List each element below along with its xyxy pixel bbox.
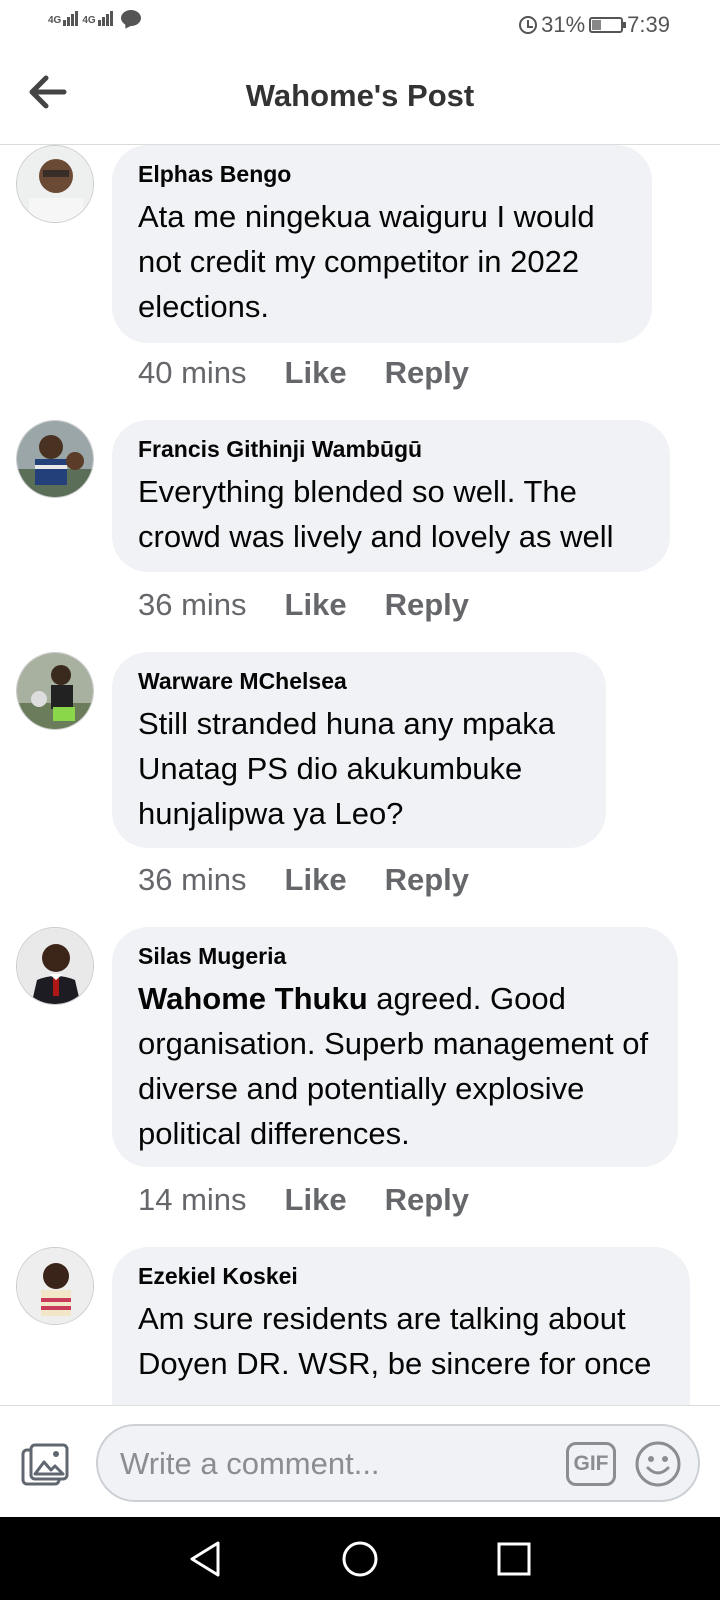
circle-home-icon[interactable] [340,1539,380,1579]
reply-button[interactable]: Reply [385,1182,469,1218]
comment-text: Everything blended so well. The crowd wa… [138,474,614,554]
comment-time: 36 mins [138,587,247,622]
comment-text: Still stranded huna any mpaka Unatag PS … [138,706,556,831]
avatar[interactable] [16,420,94,498]
comment-bubble[interactable]: Francis Githinji Wambūgū Everything blen… [112,420,670,572]
comment-time: 36 mins [138,862,247,897]
comment-actions: 40 mins Like Reply [138,355,469,391]
like-button[interactable]: Like [285,355,347,391]
alarm-icon [519,16,538,34]
status-right: 31% 7:39 [519,12,670,38]
triangle-back-icon[interactable] [186,1539,226,1579]
message-notification-icon [120,10,141,26]
comments-feed[interactable]: Elphas Bengo Ata me ningekua waiguru I w… [0,145,720,1405]
comment-author[interactable]: Silas Mugeria [138,943,652,970]
clock: 7:39 [627,12,670,37]
comment-input-placeholder: Write a comment... [120,1446,380,1481]
smiley-icon[interactable] [634,1440,682,1488]
avatar[interactable] [16,652,94,730]
status-bar: 4G 4G 31% 7:39 [0,0,720,50]
comment-author[interactable]: Ezekiel Koskei [138,1263,664,1290]
comment-text: Am sure residents are talking about Doye… [138,1301,652,1381]
photo-gallery-icon[interactable] [20,1442,70,1488]
system-nav-bar [0,1517,720,1600]
network-type-label: 4G [48,15,62,26]
like-button[interactable]: Like [285,862,347,898]
mention-link[interactable]: Wahome Thuku [138,981,368,1016]
battery-icon [589,17,627,33]
comment-time: 14 mins [138,1182,247,1217]
comment-text: Wahome Thuku agreed. Good organisation. … [138,976,652,1156]
page-title: Wahome's Post [245,78,475,113]
comment-actions: 14 mins Like Reply [138,1182,469,1218]
comment-bubble[interactable]: Silas Mugeria Wahome Thuku agreed. Good … [112,927,678,1167]
comment-composer: Write a comment... GIF [0,1405,720,1518]
comment-time: 40 mins [138,355,247,390]
comment-bubble[interactable]: Elphas Bengo Ata me ningekua waiguru I w… [112,145,652,343]
reply-button[interactable]: Reply [385,862,469,898]
comment-bubble[interactable]: Ezekiel Koskei Am sure residents are tal… [112,1247,690,1405]
status-left: 4G 4G [48,10,141,26]
avatar[interactable] [16,927,94,1005]
like-button[interactable]: Like [285,1182,347,1218]
app-header: Wahome's Post [0,50,720,145]
comment-actions: 36 mins Like Reply [138,587,469,623]
battery-percent: 31% [541,12,586,37]
comment-actions: 36 mins Like Reply [138,862,469,898]
comment-input[interactable]: Write a comment... GIF [96,1424,700,1502]
square-recents-icon[interactable] [494,1539,534,1579]
avatar[interactable] [16,145,94,223]
comment-author[interactable]: Elphas Bengo [138,161,626,188]
comment-author[interactable]: Francis Githinji Wambūgū [138,436,644,463]
comment-author[interactable]: Warware MChelsea [138,668,580,695]
signal-icon: 4G [82,11,113,26]
reply-button[interactable]: Reply [385,355,469,391]
gif-icon[interactable]: GIF [566,1442,616,1486]
like-button[interactable]: Like [285,587,347,623]
avatar[interactable] [16,1247,94,1325]
reply-button[interactable]: Reply [385,587,469,623]
signal-icon: 4G [48,11,79,26]
comment-text: Ata me ningekua waiguru I would not cred… [138,199,595,324]
network-type-label: 4G [82,15,96,26]
comment-bubble[interactable]: Warware MChelsea Still stranded huna any… [112,652,606,848]
